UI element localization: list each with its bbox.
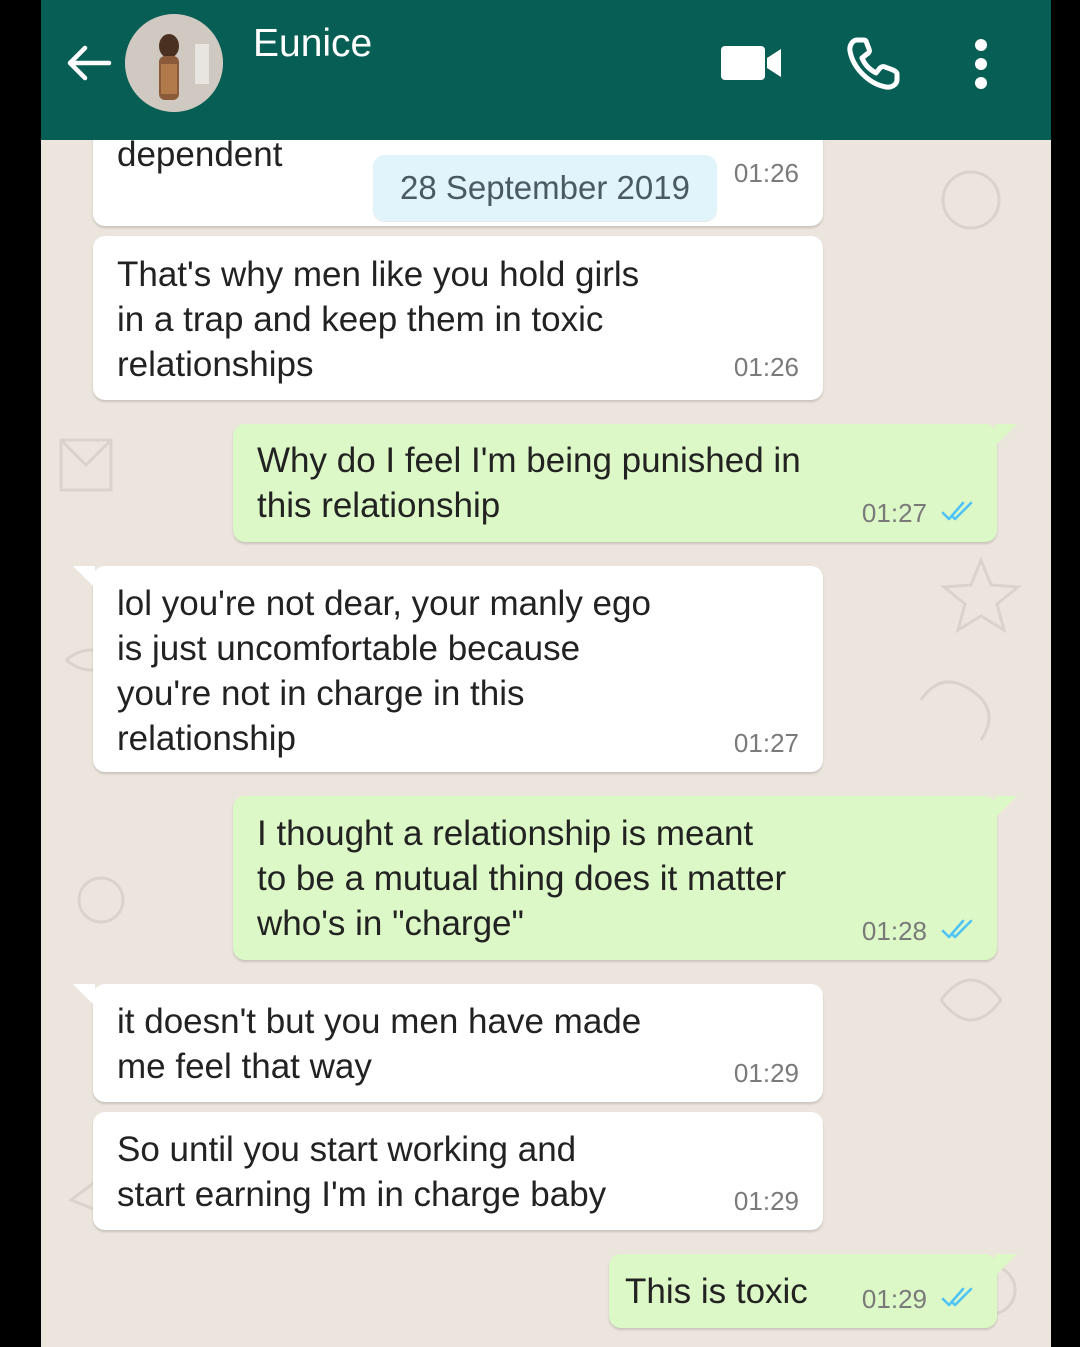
message-text-line: I thought a relationship is meant	[257, 814, 754, 853]
message-text-line: lol you're not dear, your manly ego	[117, 584, 651, 623]
read-receipt-icon	[941, 501, 973, 521]
message-text-line: That's why men like you hold girls	[117, 255, 640, 294]
message-text-line: Why do I feel I'm being punished in	[257, 441, 801, 480]
message-text-line: relationships	[117, 345, 314, 384]
bubble-tail	[995, 796, 1017, 818]
message-text-line: dependent	[117, 140, 283, 174]
contact-name[interactable]: Eunice	[253, 22, 372, 66]
message-text-line: relationship	[117, 719, 296, 758]
chat-window: Eunice fo	[41, 0, 1051, 1347]
bubble-tail	[73, 984, 95, 1006]
bubble-tail	[995, 1254, 1017, 1276]
incoming-message[interactable]: That's why men like you hold girls in a t…	[93, 236, 823, 400]
message-text-line: to be a mutual thing does it matter	[257, 859, 787, 898]
outgoing-message[interactable]: This is toxic 01:29	[609, 1254, 1017, 1328]
phone-icon[interactable]	[845, 36, 901, 92]
date-chip: 28 September 2019	[373, 155, 717, 221]
outgoing-message[interactable]: Why do I feel I'm being punished in this …	[233, 424, 1017, 542]
message-text-line: this relationship	[257, 486, 501, 525]
message-text-line: you're not in charge in this	[117, 674, 525, 713]
message-text-line: it doesn't but you men have made	[117, 1002, 642, 1041]
message-timestamp: 01:28	[861, 916, 927, 946]
incoming-message[interactable]: lol you're not dear, your manly ego is ju…	[73, 566, 823, 772]
read-receipt-icon	[941, 1287, 973, 1307]
message-list[interactable]: for money makes me inadequatedependent01…	[41, 140, 1051, 1347]
message-text-line: This is toxic	[625, 1272, 808, 1311]
video-call-icon[interactable]	[719, 40, 783, 84]
message-text-line: is just uncomfortable because	[117, 629, 581, 668]
chat-header: Eunice	[41, 0, 1051, 140]
message-timestamp: 01:29	[861, 1284, 927, 1314]
message-timestamp: 01:26	[733, 158, 799, 188]
message-timestamp: 01:27	[733, 728, 799, 758]
message-text-line: in a trap and keep them in toxic	[117, 300, 604, 339]
message-timestamp: 01:27	[861, 498, 927, 528]
back-arrow-icon[interactable]	[63, 42, 113, 84]
message-text-line: So until you start working and	[117, 1130, 577, 1169]
message-text-line: who's in "charge"	[257, 904, 524, 943]
message-timestamp: 01:26	[733, 352, 799, 382]
outgoing-message[interactable]: I thought a relationship is meant to be a…	[233, 796, 1017, 960]
message-timestamp: 01:29	[733, 1058, 799, 1088]
avatar[interactable]	[125, 14, 223, 112]
message-text-line: me feel that way	[117, 1047, 372, 1086]
incoming-message[interactable]: So until you start working and start earn…	[93, 1112, 823, 1230]
more-options-icon[interactable]	[969, 38, 993, 90]
message-timestamp: 01:29	[733, 1186, 799, 1216]
bubble-tail	[73, 566, 95, 588]
read-receipt-icon	[941, 919, 973, 939]
incoming-message[interactable]: it doesn't but you men have made me feel …	[73, 984, 823, 1102]
message-text-line: start earning I'm in charge baby	[117, 1175, 607, 1214]
bubble-tail	[995, 424, 1017, 446]
